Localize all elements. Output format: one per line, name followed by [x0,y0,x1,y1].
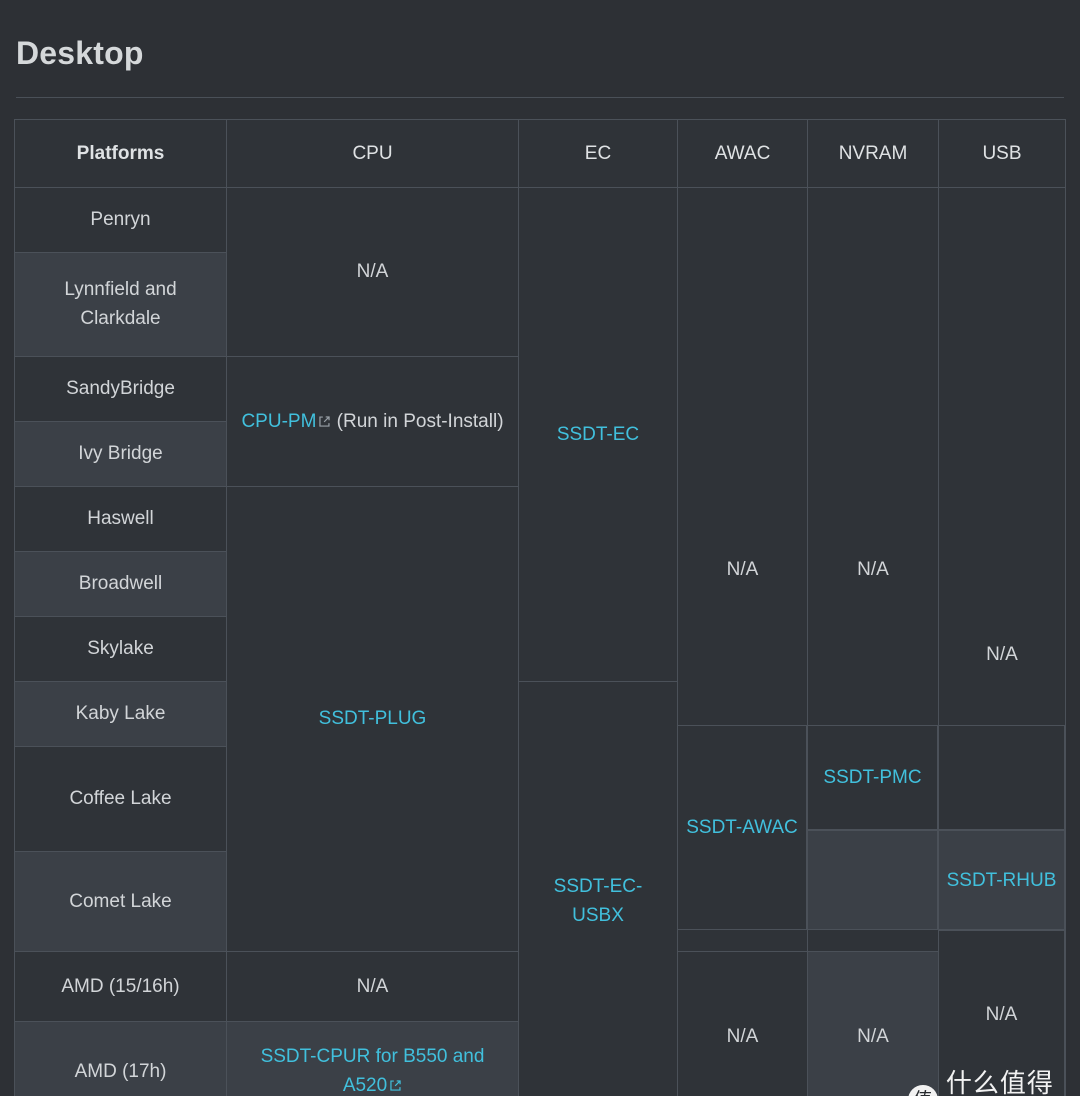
external-link-icon [389,1079,402,1092]
platform-compatibility-table: Platforms CPU EC AWAC NVRAM USB Penryn N… [14,118,1066,1096]
nvram-cell-filler [807,830,938,931]
page-title: Desktop [16,35,144,72]
column-header-ec: EC [518,118,678,188]
ec-cell-ssdt-ec-usbx: SSDT-EC-USBX [518,680,678,1096]
platform-cell-lynnfield-clarkdale: Lynnfield and Clarkdale [14,251,227,357]
table-row: Penryn N/A SSDT-EC N/A N/A N/A [14,186,1066,1096]
cpu-pm-link-label: CPU-PM [241,410,317,432]
column-header-cpu: CPU [226,118,519,188]
ec-link-label[interactable]: SSDT-EC [557,424,639,445]
platform-cell-kaby-lake: Kaby Lake [14,680,227,747]
platform-cell-amd-15-16h: AMD (15/16h) [14,950,227,1022]
platform-cell-comet-lake: Comet Lake [14,850,227,952]
cpu-pm-suffix: (Run in Post-Install) [331,410,504,432]
cpu-cell-na-top: N/A [226,186,519,357]
platform-cell-coffee-lake: Coffee Lake [14,745,227,852]
table-header-row: Platforms CPU EC AWAC NVRAM USB [14,118,1066,188]
external-link-icon [318,415,331,428]
ec-cell-ssdt-ec: SSDT-EC [518,186,678,682]
awac-cell-na-bottom: N/A [677,950,808,1096]
column-header-platforms: Platforms [14,118,227,188]
platform-cell-broadwell: Broadwell [14,550,227,617]
page-root: Desktop Platforms CPU EC AWAC NVRAM USB [0,21,1080,1096]
cpu-cell-cpu-pm: CPU-PM (Run in Post-Install) [226,355,519,487]
ssdt-cpur-label: SSDT-CPUR for B550 and A520 [260,1045,485,1096]
platform-cell-penryn: Penryn [14,186,227,253]
usb-na-bottom-label: N/A [985,1004,1018,1026]
column-header-nvram: NVRAM [807,118,939,188]
awac-cell-ssdt-awac: SSDT-AWAC [677,725,807,931]
column-header-usb: USB [938,118,1066,188]
nvram-cell-ssdt-pmc: SSDT-PMC [807,725,938,831]
ssdt-pmc-label[interactable]: SSDT-PMC [823,763,921,792]
platform-cell-sandybridge: SandyBridge [14,355,227,422]
cpu-cell-ssdt-cpur: SSDT-CPUR for B550 and A520 [226,1020,519,1096]
platform-cell-skylake: Skylake [14,615,227,682]
platform-cell-amd-17h: AMD (17h) [14,1020,227,1096]
usb-cell-na-bottom-overlay: N/A [938,930,1065,1096]
platform-cell-ivy-bridge: Ivy Bridge [14,420,227,487]
cpu-cell-na-amd15: N/A [226,950,519,1022]
table-container: Platforms CPU EC AWAC NVRAM USB Penryn N… [0,98,1080,1096]
usb-cell-ssdt-rhub: SSDT-RHUB [938,830,1065,931]
usb-cell-filler-top [938,725,1065,831]
ssdt-rhub-label[interactable]: SSDT-RHUB [947,866,1057,895]
ssdt-cpur-link[interactable]: SSDT-CPUR for B550 and A520 [261,1046,485,1096]
ssdt-awac-label[interactable]: SSDT-AWAC [686,813,798,842]
column-header-awac: AWAC [677,118,808,188]
ssdt-plug-label[interactable]: SSDT-PLUG [319,708,427,729]
cpu-cell-ssdt-plug: SSDT-PLUG [226,485,519,952]
ec-usbx-label[interactable]: SSDT-EC-USBX [554,876,643,926]
nvram-cell-na-bottom: N/A [807,950,939,1096]
cpu-pm-link[interactable]: CPU-PM [241,411,331,432]
platform-cell-haswell: Haswell [14,485,227,552]
